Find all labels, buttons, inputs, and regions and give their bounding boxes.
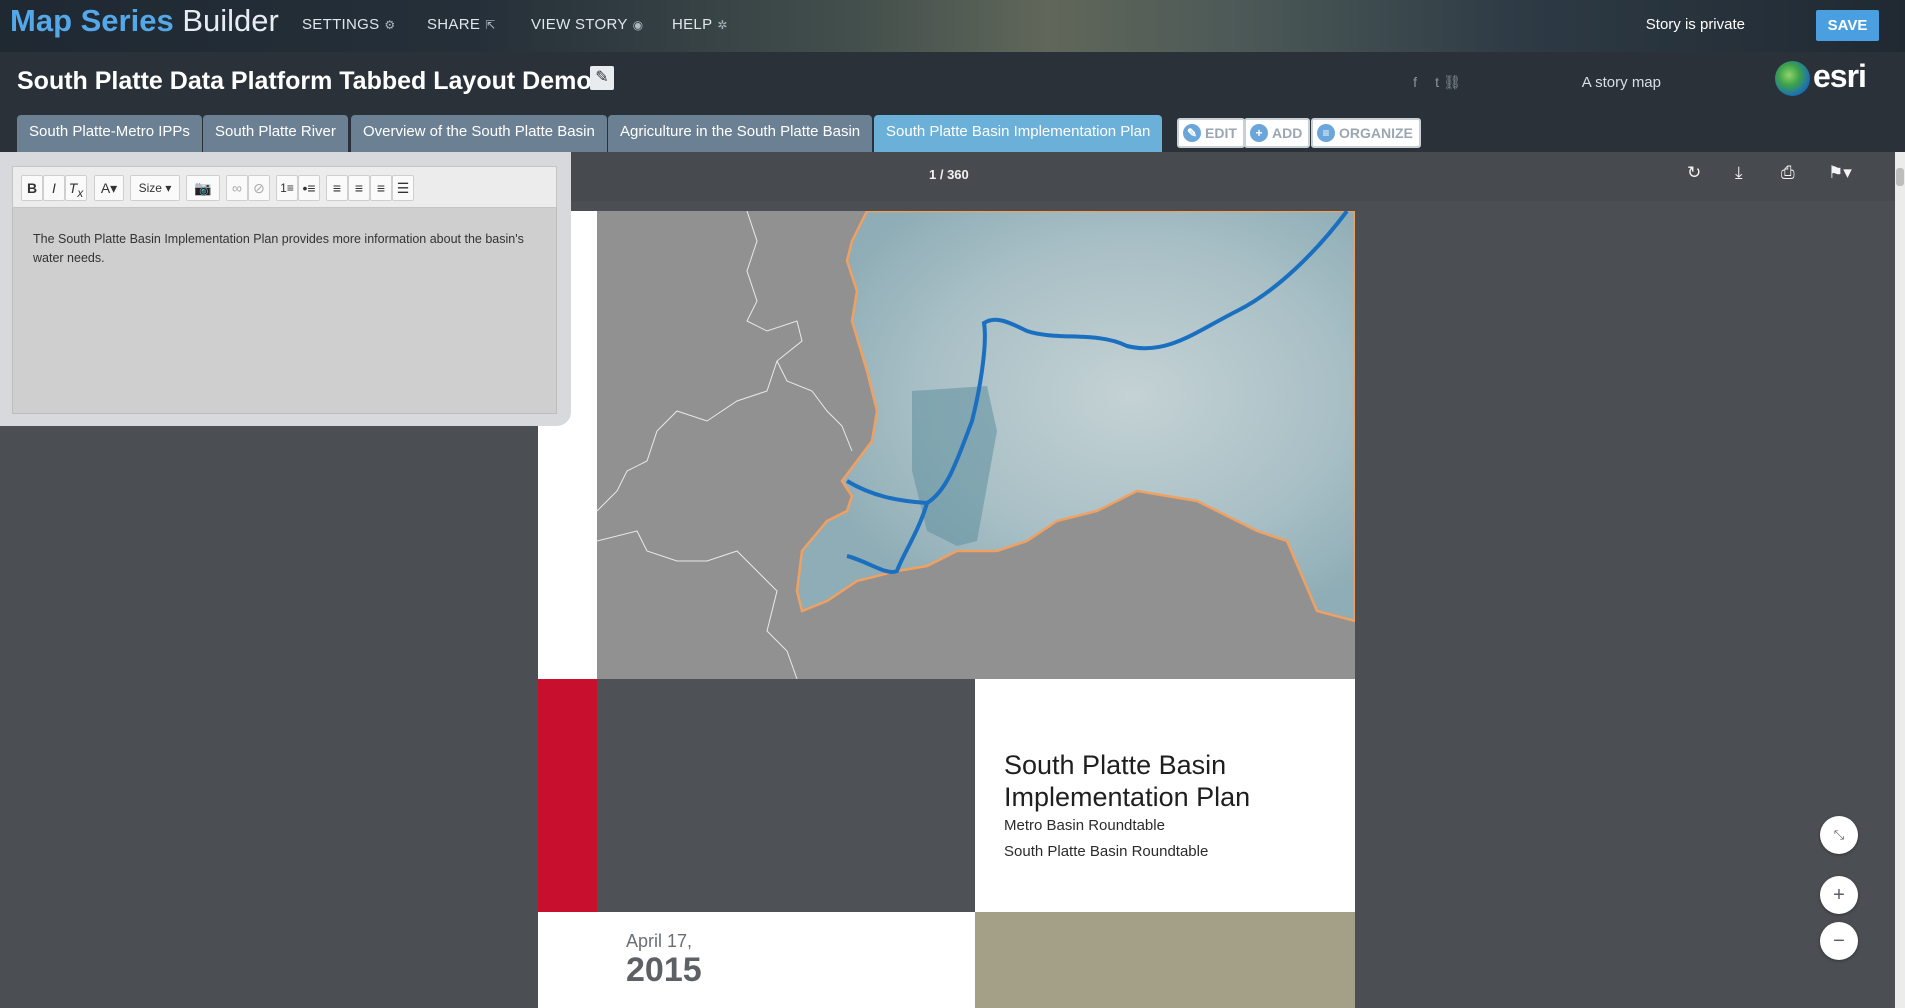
document-title-block: South Platte Basin Implementation Plan M… [975,679,1355,912]
builder-bar-background [0,0,1905,52]
align-left-icon[interactable]: ≡ [326,175,348,201]
tab-south-platte-metro-ipps[interactable]: South Platte-Metro IPPs [17,115,202,152]
insert-media-icon[interactable]: 📷 [186,175,220,201]
share-icon: ⇱ [485,18,496,32]
scrollbar-thumb[interactable] [1896,168,1904,186]
numbered-list-icon[interactable]: 1≡ [276,175,298,201]
twitter-icon[interactable]: t [1435,74,1439,90]
grey-band [597,679,975,912]
document-subtitle-south-platte: South Platte Basin Roundtable [1004,843,1209,860]
zoom-in-icon[interactable]: + [1820,876,1858,914]
view-story-label: VIEW STORY [531,16,628,33]
bulleted-list-icon[interactable]: •≡ [298,175,320,201]
tab-agriculture-south-platte-basin[interactable]: Agriculture in the South Platte Basin [608,115,873,152]
edit-tab-button[interactable]: ✎ EDIT [1177,118,1245,148]
bookmark-icon[interactable]: ⚑▾ [1828,163,1852,183]
builder-bar: Map Series Builder SETTINGS ⚙ SHARE ⇱ VIEW… [0,0,1905,52]
brand-bold: Map Series [10,3,174,38]
tab-overview-south-platte-basin[interactable]: Overview of the South Platte Basin [351,115,607,152]
link-icon[interactable]: ⛓ [1443,74,1461,91]
add-tab-button[interactable]: + ADD [1244,118,1311,148]
brand-light: Builder [182,3,279,38]
align-center-icon[interactable]: ≡ [348,175,370,201]
text-editor-panel: B I Tx A▾ Size ▾ 📷 ∞ ⊘ 1≡ •≡ ≡ ≡ ≡ ☰ The… [0,152,571,426]
fit-page-icon[interactable]: ⤡ [1820,816,1858,854]
story-title: South Platte Data Platform Tabbed Layout… [17,67,592,95]
italic-icon[interactable]: I [43,175,65,201]
esri-globe-icon [1775,61,1810,96]
bold-icon[interactable]: B [21,175,43,201]
settings-menu[interactable]: SETTINGS ⚙ [302,16,395,33]
facebook-icon[interactable]: f [1413,74,1417,90]
remove-format-icon[interactable]: Tx [65,175,87,201]
share-label: SHARE [427,16,481,33]
add-tab-label: ADD [1272,125,1303,141]
document-date: April 17, [626,931,693,951]
red-accent-band [538,679,597,912]
pencil-icon: ✎ [1183,124,1201,143]
basin-map-image [597,211,1355,679]
document-subtitle-metro: Metro Basin Roundtable [1004,817,1165,834]
print-icon[interactable]: ⎙ [1781,163,1795,183]
settings-label: SETTINGS [302,16,380,33]
plus-icon: + [1250,124,1268,143]
app-brand: Map Series Builder [10,3,279,39]
save-button[interactable]: SAVE [1816,10,1879,41]
font-size-select[interactable]: Size ▾ [130,175,180,201]
tan-band [975,912,1355,1008]
privacy-status[interactable]: Story is private [1646,16,1745,33]
esri-wordmark: esri [1813,58,1867,94]
esri-logo[interactable]: esri [1775,58,1885,98]
unlink-icon[interactable]: ⊘ [248,175,270,201]
text-color-icon[interactable]: A▾ [94,175,124,201]
font-size-label: Size [138,181,162,195]
justify-icon[interactable]: ☰ [392,175,414,201]
pdf-page: South Platte Basin Implementation Plan M… [538,211,1355,1008]
edit-tab-label: EDIT [1205,125,1237,141]
page-scrollbar[interactable] [1895,152,1905,1008]
eye-icon: ◉ [632,18,644,32]
tab-south-platte-river[interactable]: South Platte River [203,115,348,152]
pdf-toolbar [571,152,1905,201]
download-icon[interactable]: ⤓ [1735,163,1743,183]
organize-tabs-button[interactable]: ≡ ORGANIZE [1311,118,1421,148]
organize-tabs-label: ORGANIZE [1339,125,1413,141]
share-menu[interactable]: SHARE ⇱ [427,16,496,33]
help-label: HELP [672,16,713,33]
align-right-icon[interactable]: ≡ [370,175,392,201]
lifebuoy-icon: ✲ [717,18,728,32]
story-map-tagline: A story map [1581,74,1661,91]
link-icon[interactable]: ∞ [226,175,248,201]
gears-icon: ⚙ [384,18,396,32]
rotate-icon[interactable]: ↻ [1687,163,1701,183]
help-menu[interactable]: HELP ✲ [672,16,728,33]
document-year: 2015 [626,951,702,989]
view-story-menu[interactable]: VIEW STORY ◉ [531,16,643,33]
zoom-out-icon[interactable]: − [1820,922,1858,960]
page-indicator: 1 / 360 [929,167,969,182]
editor-text[interactable]: The South Platte Basin Implementation Pl… [33,230,533,268]
edit-title-pencil-icon[interactable]: ✎ [590,66,614,90]
document-title: South Platte Basin Implementation Plan [1004,750,1251,812]
tab-south-platte-basin-implementation-plan[interactable]: South Platte Basin Implementation Plan [874,115,1163,152]
list-icon: ≡ [1317,124,1335,143]
editor-toolbar: B I Tx A▾ Size ▾ 📷 ∞ ⊘ 1≡ •≡ ≡ ≡ ≡ ☰ [12,166,557,208]
